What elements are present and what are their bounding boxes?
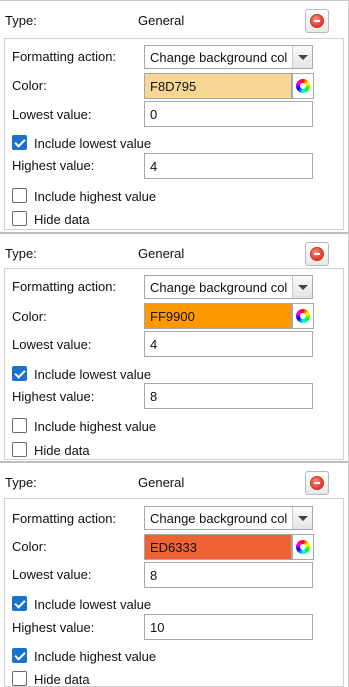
type-value: General [138, 13, 185, 28]
formatting-action-value: Change background col [150, 50, 288, 65]
include-highest-label: Include highest value [34, 419, 157, 434]
color-label: Color: [12, 309, 47, 324]
lowest-value-text: 4 [150, 337, 158, 352]
lowest-value-input[interactable]: 4 [144, 331, 313, 357]
lowest-value-input[interactable]: 0 [144, 101, 313, 127]
formatting-action-label: Formatting action: [12, 279, 117, 294]
lowest-value-label: Lowest value: [12, 337, 92, 352]
color-label: Color: [12, 539, 47, 554]
highest-value-input[interactable]: 4 [144, 153, 313, 179]
include-highest-label: Include highest value [34, 189, 157, 204]
type-label: Type: [5, 246, 37, 261]
include-lowest-label: Include lowest value [34, 597, 152, 612]
include-lowest-label: Include lowest value [34, 367, 152, 382]
lowest-value-text: 0 [150, 107, 158, 122]
color-field[interactable]: ED6333 [144, 534, 292, 560]
panel-divider [0, 461, 349, 463]
include-highest-checkbox[interactable] [12, 648, 27, 663]
lowest-value-text: 8 [150, 568, 158, 583]
color-field[interactable]: FF9900 [144, 303, 292, 329]
type-value: General [138, 475, 185, 490]
hide-data-label: Hide data [34, 443, 90, 458]
hide-data-checkbox[interactable] [12, 211, 27, 226]
include-lowest-checkbox[interactable] [12, 135, 27, 150]
rule-panel-3: Type: General Formatting action: Change … [0, 461, 349, 687]
type-value: General [138, 246, 185, 261]
color-label: Color: [12, 78, 47, 93]
hide-data-checkbox[interactable] [12, 442, 27, 457]
rule-panel-1: Type: General Formatting action: Change … [0, 0, 349, 232]
delete-circle-icon [310, 14, 324, 28]
delete-rule-button[interactable] [305, 9, 329, 33]
type-label: Type: [5, 475, 37, 490]
color-picker-button[interactable] [292, 303, 314, 329]
include-highest-checkbox[interactable] [12, 418, 27, 433]
delete-rule-button[interactable] [305, 471, 329, 495]
highest-value-text: 4 [150, 159, 158, 174]
include-lowest-label: Include lowest value [34, 136, 152, 151]
formatting-action-value: Change background col [150, 280, 288, 295]
highest-value-label: Highest value: [12, 620, 95, 635]
color-wheel-icon [296, 79, 310, 93]
hide-data-checkbox[interactable] [12, 671, 27, 686]
rule-panel-2: Type: General Formatting action: Change … [0, 232, 349, 461]
delete-rule-button[interactable] [305, 242, 329, 266]
color-wheel-icon [296, 540, 310, 554]
color-value: F8D795 [150, 79, 197, 94]
color-picker-button[interactable] [292, 73, 314, 99]
lowest-value-label: Lowest value: [12, 567, 92, 582]
formatting-action-label: Formatting action: [12, 511, 117, 526]
formatting-action-select[interactable]: Change background col [144, 506, 313, 530]
formatting-action-select[interactable]: Change background col [144, 45, 313, 69]
highest-value-input[interactable]: 10 [144, 614, 313, 640]
color-value: ED6333 [150, 540, 197, 555]
color-wheel-icon [296, 309, 310, 323]
include-lowest-checkbox[interactable] [12, 366, 27, 381]
hide-data-label: Hide data [34, 212, 90, 227]
highest-value-input[interactable]: 8 [144, 383, 313, 409]
formatting-action-select[interactable]: Change background col [144, 275, 313, 299]
chevron-down-icon [292, 276, 312, 298]
color-value: FF9900 [150, 309, 195, 324]
type-label: Type: [5, 13, 37, 28]
delete-circle-icon [310, 247, 324, 261]
lowest-value-label: Lowest value: [12, 107, 92, 122]
highest-value-label: Highest value: [12, 158, 95, 173]
color-picker-button[interactable] [292, 534, 314, 560]
panel-divider [0, 0, 349, 1]
chevron-down-icon [292, 507, 312, 529]
color-field[interactable]: F8D795 [144, 73, 292, 99]
formatting-action-label: Formatting action: [12, 49, 117, 64]
panel-divider [0, 232, 349, 234]
highest-value-text: 8 [150, 389, 158, 404]
chevron-down-icon [292, 46, 312, 68]
delete-circle-icon [310, 476, 324, 490]
lowest-value-input[interactable]: 8 [144, 562, 313, 588]
hide-data-label: Hide data [34, 672, 90, 687]
include-highest-checkbox[interactable] [12, 188, 27, 203]
include-highest-label: Include highest value [34, 649, 157, 664]
highest-value-text: 10 [150, 620, 165, 635]
highest-value-label: Highest value: [12, 389, 95, 404]
include-lowest-checkbox[interactable] [12, 596, 27, 611]
formatting-action-value: Change background col [150, 511, 288, 526]
